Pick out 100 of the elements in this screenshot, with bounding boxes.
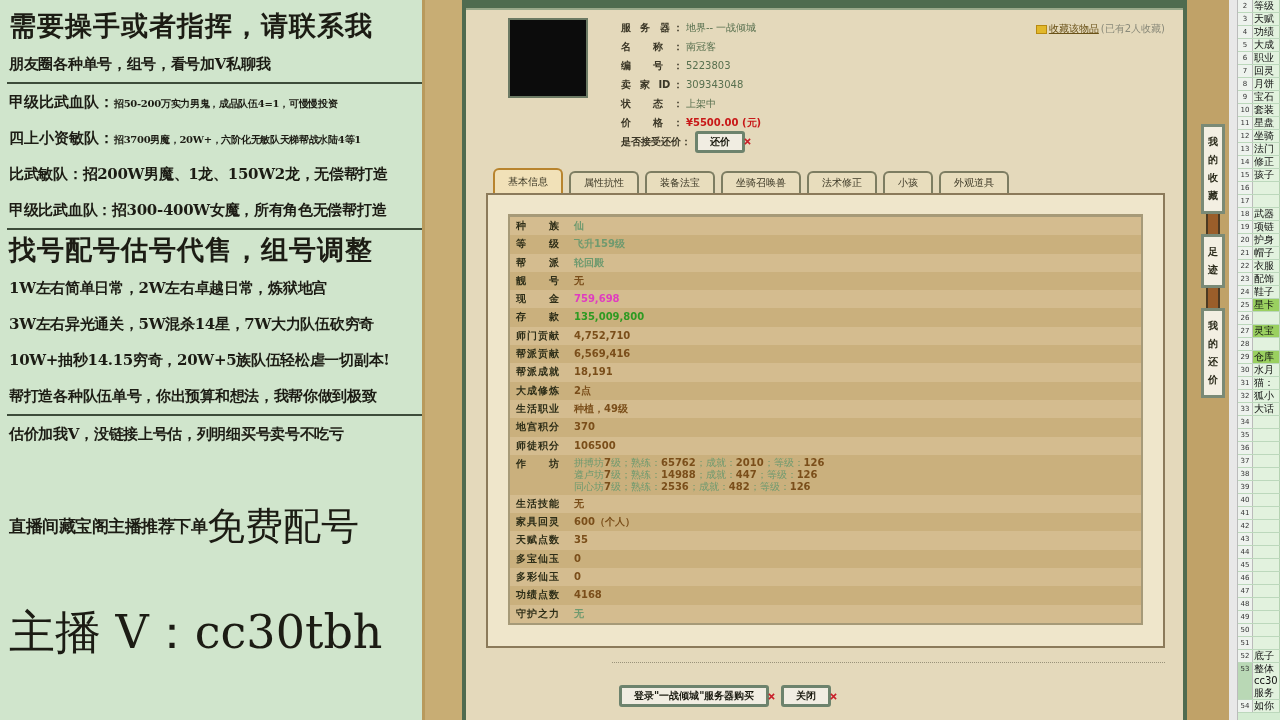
row-label: 多宝仙玉 [516, 551, 559, 566]
field-value: ¥5500.00 (元) [686, 115, 762, 130]
row-label: 帮派贡献 [516, 347, 559, 362]
row-value: 4,752,710 [574, 328, 631, 343]
cell-text: 宝石 [1253, 91, 1275, 103]
cell-text: 星盘 [1253, 117, 1275, 129]
row-value: 370 [574, 420, 595, 435]
headline-text: 找号配号估号代售，组号调整 [9, 233, 374, 267]
row-label: 帮 派 [516, 255, 559, 270]
row-label: 等 级 [516, 237, 559, 252]
cell-text: 底子 [1253, 650, 1275, 662]
row-label: 作 坊 [516, 456, 559, 471]
field-value: 309343048 [686, 79, 744, 90]
row-label: 师门贡献 [516, 328, 559, 343]
promo-text: 估价加我V，没链接上号估，列明细买号卖号不吃亏 [9, 424, 345, 445]
row-value: 4168 [574, 588, 602, 603]
favorite-count: (已有2人收藏) [1100, 22, 1165, 36]
field-label: 价 格： [621, 115, 683, 130]
field-label: 状 态： [621, 96, 683, 111]
cell-text: 等级 [1253, 0, 1275, 12]
tab[interactable]: 外观道具 [939, 171, 1009, 193]
row-value: 759,698 [574, 292, 620, 307]
cell-text: 职业 [1253, 52, 1275, 64]
close-button[interactable]: 关闭 [781, 685, 832, 707]
counter-offer-button[interactable]: 还价 [695, 130, 745, 153]
cross-icon [744, 138, 751, 145]
workshop-text: 拼搏坊7级；熟练：65762；成就：2010；等级：126 [574, 456, 825, 469]
row-label: 师徒积分 [516, 438, 559, 453]
workshop-text: 遵卢坊7级；熟练：14988；成就：447；等级：126 [574, 468, 819, 481]
side-tab[interactable]: 我的收藏 [1201, 124, 1225, 214]
tab[interactable]: 基本信息 [493, 168, 563, 193]
promo-text: 3W左右异光通关，5W混杀14星，7W大力队伍砍穷奇 [9, 314, 375, 335]
tab[interactable]: 属性抗性 [569, 171, 639, 193]
cell-text: 功绩 [1253, 26, 1275, 38]
field-label: 名 称： [621, 39, 683, 54]
cross-icon [830, 692, 838, 700]
row-value: 0 [574, 570, 581, 585]
row-value: 600（个人） [574, 515, 635, 530]
cell-text: 修正 [1253, 156, 1275, 168]
cell-text: 帽子 [1253, 247, 1275, 259]
field-label: 卖 家 ID： [621, 77, 683, 92]
workshop-text: 同心坊7级；熟练：2536；成就：482；等级：126 [574, 480, 812, 493]
row-value: 135,009,800 [574, 310, 645, 325]
cell-text: 天赋 [1253, 13, 1275, 25]
cell-text: 大话 [1253, 403, 1275, 415]
cell-text: 服务 [1253, 687, 1275, 699]
side-tab[interactable]: 足迹 [1201, 234, 1225, 288]
row-label: 多彩仙玉 [516, 570, 559, 585]
team-label: 四上小资敏队： [9, 128, 114, 149]
cell-text: 护身 [1253, 234, 1275, 246]
scroll-bar[interactable] [1229, 0, 1238, 720]
row-value: 种植，49级 [574, 401, 628, 416]
promo-text: 帮打造各种队伍单号，你出预算和想法，我帮你做到极致 [9, 386, 378, 407]
promo-text: 比武敏队：招200W男魔、1龙、150W2龙，无偿帮打造 [9, 164, 389, 185]
cell-text: 法门 [1253, 143, 1275, 155]
cell-text: 项链 [1253, 221, 1275, 233]
cell-text: 水月 [1253, 364, 1275, 376]
cell-text: 大成 [1253, 39, 1275, 51]
promo-text: 直播间藏宝阁主播推荐下单 [9, 516, 207, 536]
row-label: 生活职业 [516, 401, 559, 416]
cell-text: 整体 [1253, 663, 1275, 675]
contact-text: 主播 V：cc30tbh [9, 604, 384, 661]
row-value: 6,569,416 [574, 347, 631, 362]
cell-text: 武器 [1253, 208, 1275, 220]
field-value: 上架中 [686, 96, 716, 111]
tab[interactable]: 坐骑召唤兽 [721, 171, 801, 193]
side-tab[interactable]: 我的还价 [1201, 308, 1225, 398]
field-value: 5223803 [686, 60, 731, 71]
row-value: 0 [574, 551, 581, 566]
row-label: 功绩点数 [516, 588, 559, 603]
tab[interactable]: 装备法宝 [645, 171, 715, 193]
promo-text: 招3700男魔，20W+，六阶化无敏队天梯帮战水陆4等1 [114, 133, 361, 147]
row-label: 靓 号 [516, 273, 559, 288]
tab[interactable]: 法术修正 [807, 171, 877, 193]
row-label: 地宫积分 [516, 420, 559, 435]
row-label: 现 金 [516, 292, 559, 307]
promo-text: 10W+抽秒14.15穷奇，20W+5族队伍轻松虐一切副本! [9, 350, 391, 371]
row-label: 存 款 [516, 310, 559, 325]
cell-text: cc30 [1253, 675, 1279, 687]
row-value: 无 [574, 606, 584, 621]
tab[interactable]: 小孩 [883, 171, 933, 193]
favorite-link[interactable]: 收藏该物品 [1048, 22, 1099, 36]
row-label: 生活技能 [516, 496, 559, 511]
emphasis-text: 免费配号 [207, 503, 359, 550]
promo-text: 朋友圈各种单号，组号，看号加V私聊我 [9, 54, 272, 75]
cell-text: 孩子 [1253, 169, 1275, 181]
cell-text: 衣服 [1253, 260, 1275, 272]
cell-text: 猫： [1253, 377, 1275, 389]
field-label: 编 号： [621, 58, 683, 73]
row-value: 35 [574, 533, 588, 548]
row-value: 无 [574, 273, 584, 288]
buy-button[interactable]: 登录"一战倾城"服务器购买 [619, 685, 770, 707]
folder-icon [1035, 24, 1047, 34]
row-value: 飞升159级 [574, 237, 625, 252]
cell-text: 月饼 [1253, 78, 1275, 90]
row-value: 无 [574, 496, 584, 511]
row-value: 106500 [574, 438, 616, 453]
field-value: 地界-- 一战倾城 [686, 20, 757, 35]
row-label: 家具回灵 [516, 515, 559, 530]
cross-icon [768, 692, 776, 700]
